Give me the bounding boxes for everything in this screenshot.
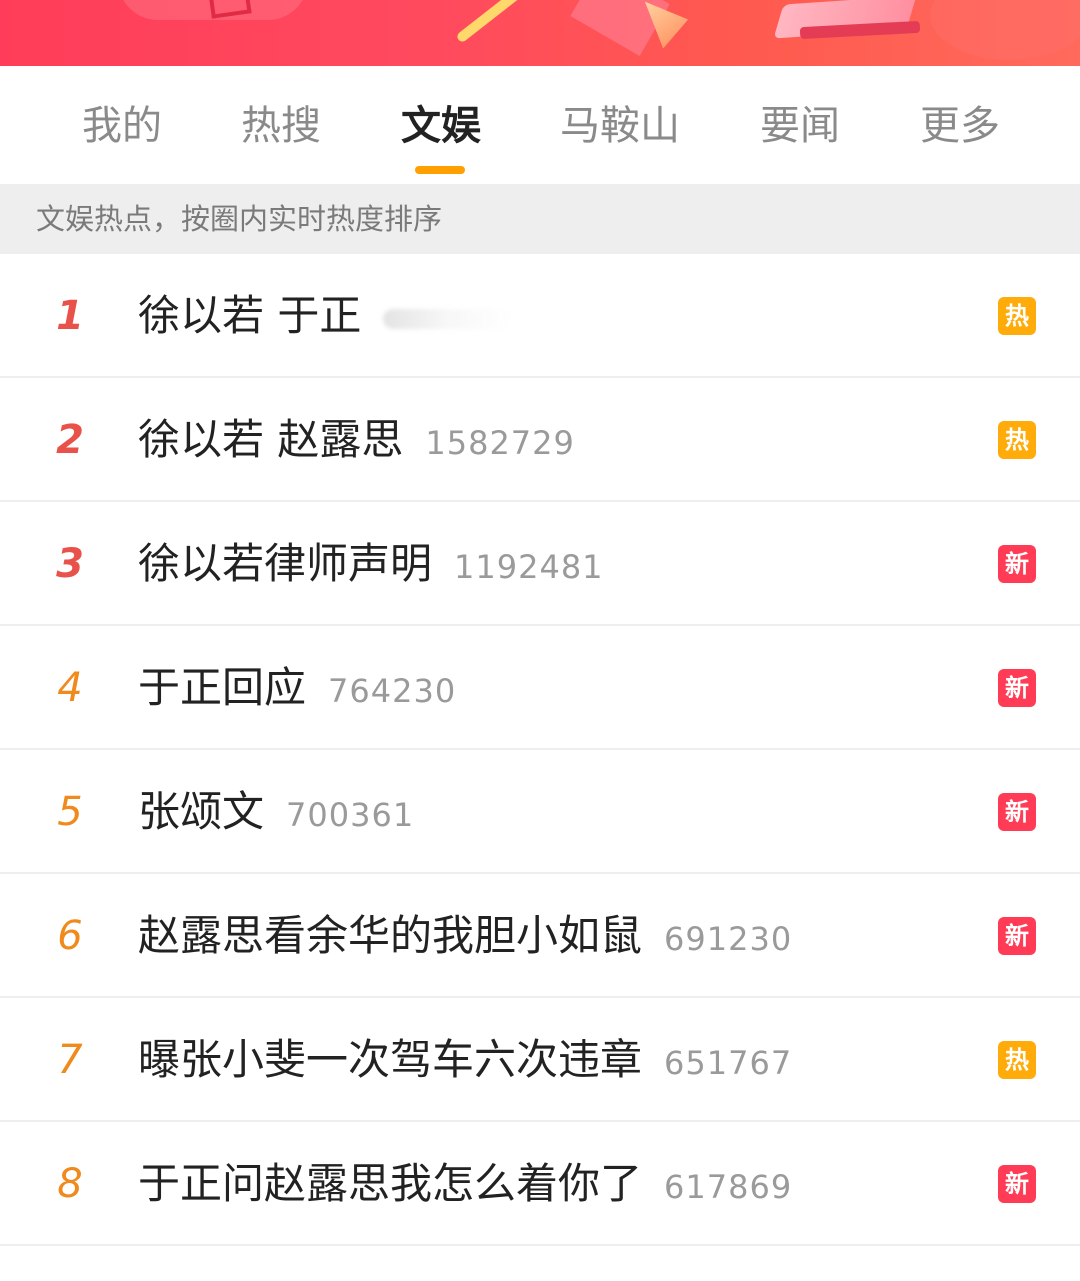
rank-number: 5	[57, 789, 83, 835]
new-badge: 新	[998, 1165, 1036, 1203]
blurred-count	[383, 308, 514, 329]
list-item[interactable]: 4 于正回应 764230 新	[0, 626, 1080, 750]
list-item[interactable]: 2 徐以若 赵露思 1582729 热	[0, 378, 1080, 502]
heat-count: 700361	[286, 796, 415, 834]
rank-number: 7	[57, 1037, 83, 1083]
topic-title[interactable]: 张颂文 700361	[138, 750, 414, 874]
list-item[interactable]: 3 徐以若律师声明 1192481 新	[0, 502, 1080, 626]
topic-title-text: 曝张小斐一次驾车六次违章	[138, 1035, 643, 1084]
top-banner	[0, 0, 1080, 66]
new-badge: 新	[998, 669, 1036, 707]
tab-entertainment[interactable]: 文娱	[371, 96, 511, 156]
tab-maanshan[interactable]: 马鞍山	[550, 96, 690, 156]
heat-count: 1582729	[425, 424, 575, 462]
category-tabs: 我的 热搜 文娱 马鞍山 要闻 更多	[0, 66, 1080, 184]
rank-number: 1	[56, 293, 84, 339]
section-description: 文娱热点，按圈内实时热度排序	[0, 184, 1080, 254]
heat-count: 651767	[664, 1044, 793, 1082]
list-item[interactable]: 1 徐以若 于正 热	[0, 254, 1080, 378]
list-item[interactable]: 7 曝张小斐一次驾车六次违章 651767 热	[0, 998, 1080, 1122]
topic-title[interactable]: 徐以若 赵露思 1582729	[138, 378, 575, 502]
rank-number: 4	[57, 665, 83, 711]
topic-title-text: 于正回应	[138, 663, 307, 712]
banner-decoration	[455, 0, 525, 44]
banner-decoration	[930, 0, 1080, 60]
topic-title-text: 赵露思看余华的我胆小如鼠	[138, 911, 643, 960]
tab-news[interactable]: 要闻	[730, 96, 870, 156]
topic-title-text: 张颂文	[138, 787, 265, 836]
topic-title[interactable]: 于正回应 764230	[138, 626, 456, 750]
heat-count: 1192481	[454, 548, 604, 586]
topic-title-text: 于正问赵露思我怎么着你了	[138, 1159, 643, 1208]
new-badge: 新	[998, 545, 1036, 583]
new-badge: 新	[998, 793, 1036, 831]
list-item[interactable]: 5 张颂文 700361 新	[0, 750, 1080, 874]
heat-count: 764230	[328, 672, 457, 710]
rank-number: 8	[57, 1161, 83, 1207]
heat-count: 691230	[664, 920, 793, 958]
hot-badge: 热	[998, 421, 1036, 459]
hot-badge: 热	[998, 297, 1036, 335]
topic-title[interactable]: 于正问赵露思我怎么着你了 617869	[138, 1122, 792, 1246]
heat-count: 617869	[664, 1168, 793, 1206]
hot-list: 1 徐以若 于正 热 2 徐以若 赵露思 1582729 热 3 徐以若律师声明 1…	[0, 254, 1080, 1246]
tab-more[interactable]: 更多	[890, 96, 1030, 156]
list-item[interactable]: 6 赵露思看余华的我胆小如鼠 691230 新	[0, 874, 1080, 998]
tab-hot-search[interactable]: 热搜	[211, 96, 351, 156]
topic-title[interactable]: 赵露思看余华的我胆小如鼠 691230	[138, 874, 792, 998]
active-tab-indicator	[415, 166, 465, 174]
new-badge: 新	[998, 917, 1036, 955]
tab-mine[interactable]: 我的	[52, 96, 192, 156]
topic-title[interactable]: 徐以若律师声明 1192481	[138, 502, 604, 626]
topic-title-text: 徐以若 赵露思	[138, 415, 404, 464]
rank-number: 3	[56, 541, 84, 587]
rank-number: 6	[57, 913, 83, 959]
topic-title-text: 徐以若律师声明	[138, 539, 433, 588]
rank-number: 2	[56, 417, 84, 463]
topic-title[interactable]: 徐以若 于正	[138, 254, 514, 378]
hot-badge: 热	[998, 1041, 1036, 1079]
topic-title[interactable]: 曝张小斐一次驾车六次违章 651767	[138, 998, 792, 1122]
topic-title-text: 徐以若 于正	[138, 291, 362, 340]
list-item[interactable]: 8 于正问赵露思我怎么着你了 617869 新	[0, 1122, 1080, 1246]
